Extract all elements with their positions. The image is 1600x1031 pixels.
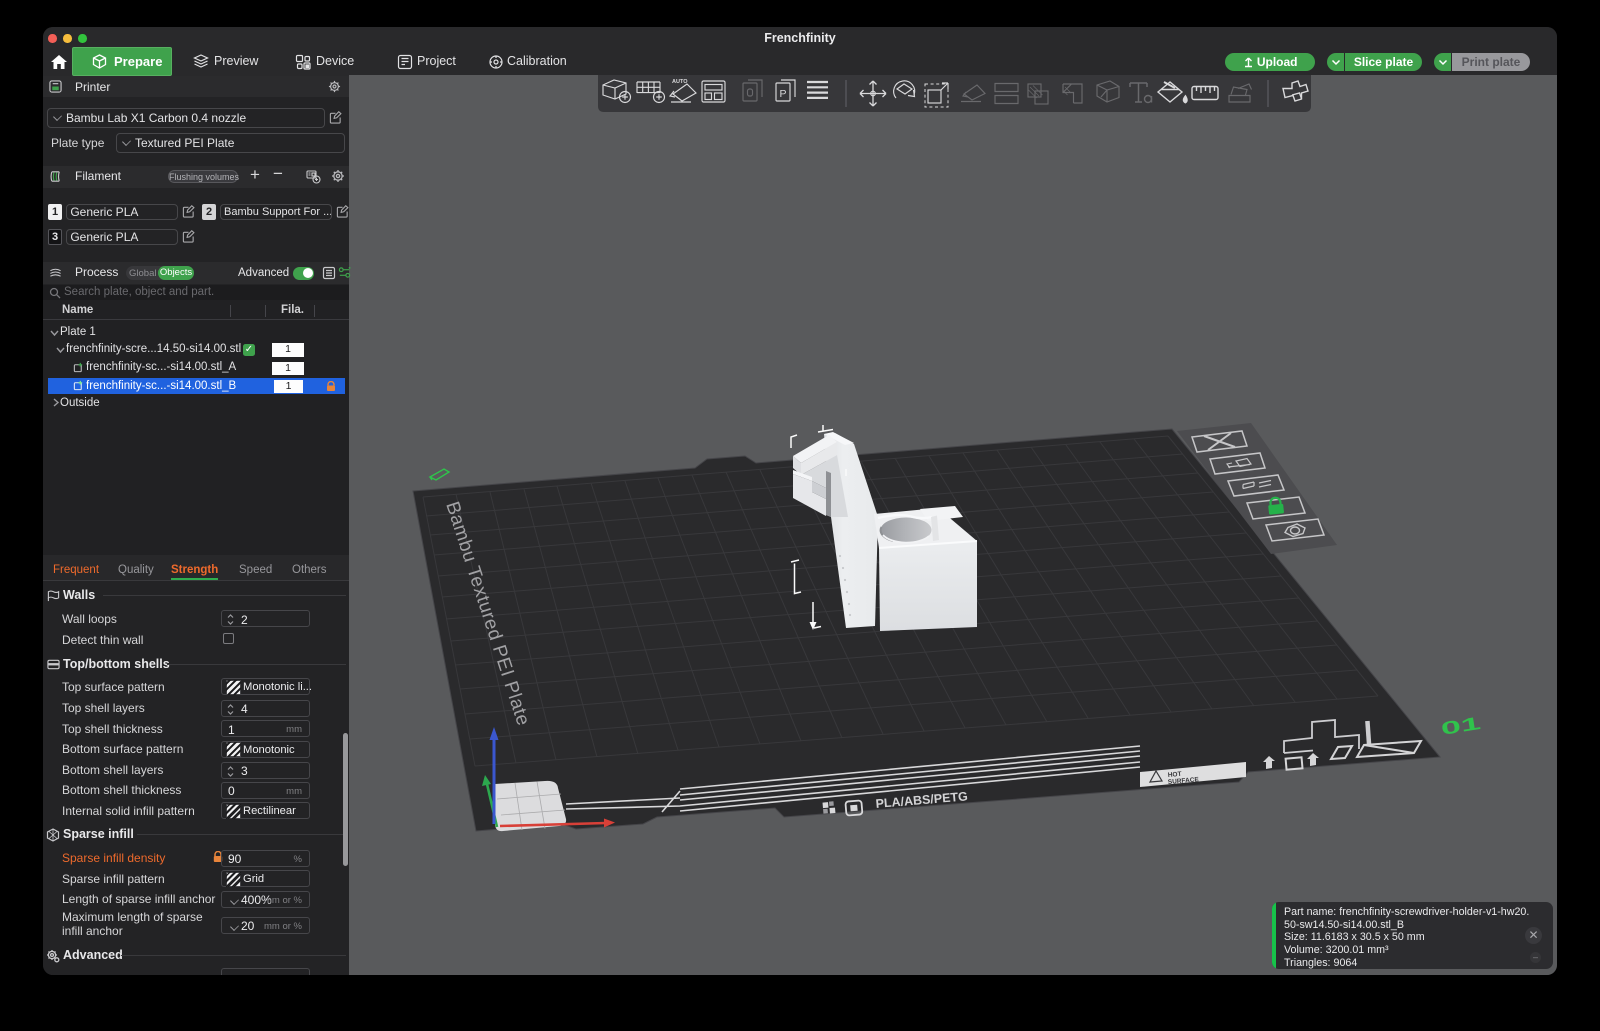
svg-text:AUTO: AUTO	[672, 79, 688, 85]
svg-text:P: P	[780, 88, 787, 100]
